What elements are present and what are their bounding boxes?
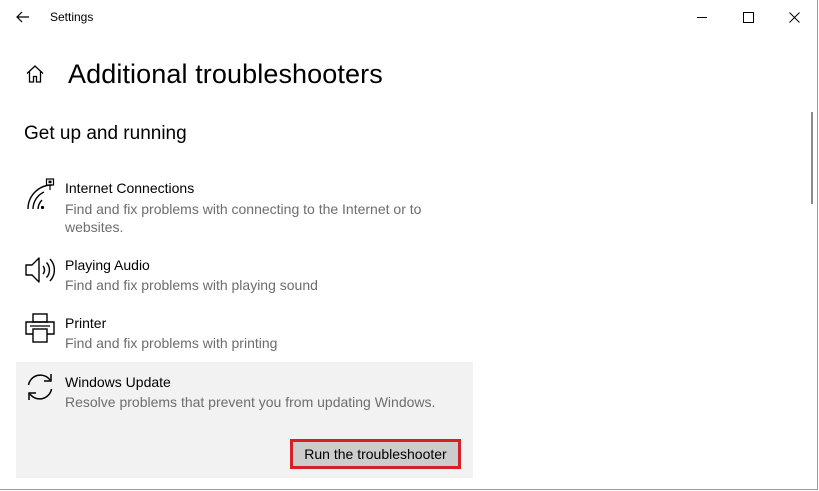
caption-buttons — [679, 0, 817, 34]
item-name: Printer — [65, 315, 107, 331]
minimize-icon — [696, 16, 707, 18]
run-troubleshooter-button[interactable]: Run the troubleshooter — [290, 439, 461, 469]
title-bar: Settings — [0, 0, 817, 34]
back-arrow-icon — [16, 11, 29, 23]
sync-icon — [24, 371, 56, 403]
item-description: Find and fix problems with playing sound — [65, 277, 318, 293]
close-button[interactable] — [771, 0, 817, 34]
home-icon — [26, 65, 44, 83]
troubleshooter-windows-update[interactable]: Windows Update Resolve problems that pre… — [16, 362, 473, 478]
maximize-button[interactable] — [725, 0, 771, 34]
item-description: Resolve problems that prevent you from u… — [65, 394, 436, 410]
settings-window: Settings Additional troubleshooters Get … — [0, 0, 818, 490]
item-description: Find and fix problems with printing — [65, 335, 278, 351]
speaker-icon — [24, 254, 56, 286]
item-name: Windows Update — [65, 374, 171, 390]
troubleshooter-printer[interactable]: Printer Find and fix problems with print… — [16, 308, 473, 362]
wifi-network-icon — [24, 178, 56, 210]
item-name: Playing Audio — [65, 257, 150, 273]
item-name: Internet Connections — [65, 180, 195, 196]
close-icon — [788, 11, 800, 23]
page-title: Additional troubleshooters — [68, 58, 383, 89]
section-title: Get up and running — [24, 123, 187, 144]
item-description: Find and fix problems with connecting to… — [65, 201, 422, 235]
troubleshooter-internet-connections[interactable]: Internet Connections Find and fix proble… — [16, 172, 473, 242]
printer-icon — [24, 312, 56, 344]
back-button[interactable] — [0, 0, 46, 34]
troubleshooter-playing-audio[interactable]: Playing Audio Find and fix problems with… — [16, 250, 473, 304]
page-header: Additional troubleshooters — [22, 56, 383, 92]
maximize-icon — [742, 11, 754, 23]
window-title: Settings — [50, 10, 94, 24]
home-button[interactable] — [22, 61, 48, 87]
scrollbar-thumb[interactable] — [811, 112, 813, 204]
minimize-button[interactable] — [679, 0, 725, 34]
